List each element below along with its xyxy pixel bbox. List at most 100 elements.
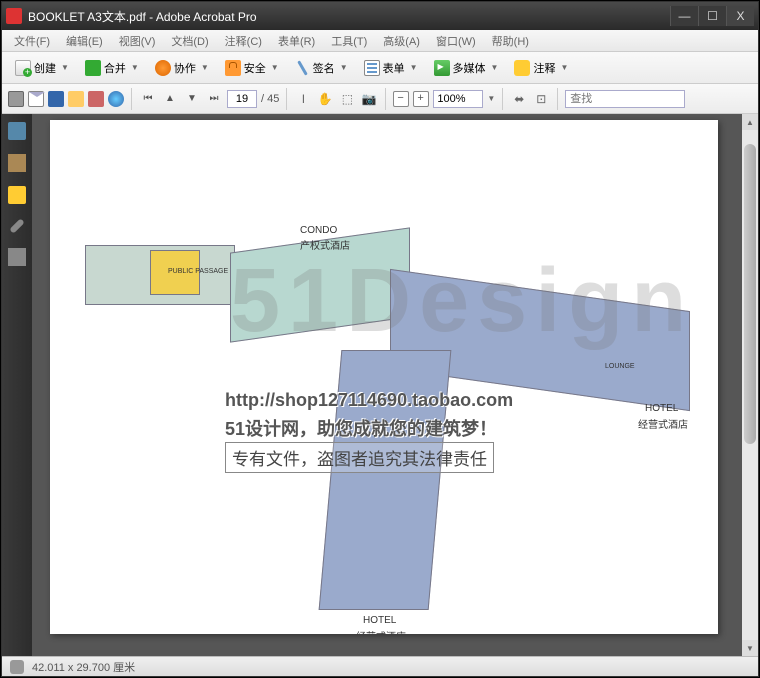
menu-advanced[interactable]: 高级(A) [377,31,426,51]
plan-label-hotel-cn: 经营式酒店 [638,416,688,431]
page-count: / 45 [261,93,279,105]
plan-label-condo: CONDO [300,225,337,236]
bookmark-icon[interactable] [88,91,104,107]
app-window: BOOKLET A3文本.pdf - Adobe Acrobat Pro — ☐… [1,1,759,677]
chevron-down-icon: ▼ [340,63,348,72]
zoom-in-icon[interactable] [413,91,429,107]
nav-toolbar: ⏮ ▲ ▼ ⏭ / 45 I ✋ ⬚ 📷 ▼ ⬌ ⊡ [2,84,758,114]
chevron-down-icon: ▼ [410,63,418,72]
pen-icon [297,60,308,75]
menu-tool[interactable]: 工具(T) [325,31,373,51]
separator [385,88,386,110]
bookmarks-panel-icon[interactable] [8,154,26,172]
sign-button[interactable]: 签名▼ [288,56,355,80]
folder-icon[interactable] [68,91,84,107]
chevron-down-icon: ▼ [271,63,279,72]
media-button[interactable]: 多媒体▼ [427,56,506,80]
menu-file[interactable]: 文件(F) [8,31,56,51]
zoom-input[interactable] [433,90,483,108]
main-toolbar: 创建▼ 合并▼ 协作▼ 安全▼ 签名▼ 表单▼ 多媒体▼ 注释▼ [2,52,758,84]
menu-document[interactable]: 文档(D) [165,31,214,51]
plan-label-hotel-cn-2: 经营式酒店 [356,628,406,634]
scroll-up-icon[interactable]: ▲ [742,114,758,130]
app-icon [6,8,22,24]
create-button[interactable]: 创建▼ [8,56,76,80]
forms-button[interactable]: 表单▼ [357,56,425,80]
last-page-button[interactable]: ⏭ [205,90,223,108]
comments-panel-icon[interactable] [8,186,26,204]
fit-page-button[interactable]: ⊡ [532,90,550,108]
combine-icon [85,60,101,76]
hand-tool[interactable]: ✋ [316,90,334,108]
comment-icon [514,60,530,76]
attachments-panel-icon[interactable] [9,218,25,234]
plan-label-hotel-2: HOTEL [363,615,396,626]
separator [502,88,503,110]
scroll-thumb[interactable] [744,144,756,444]
menu-comment[interactable]: 注释(C) [219,31,268,51]
save-icon[interactable] [48,91,64,107]
vertical-scrollbar[interactable]: ▲ ▼ [742,114,758,656]
watermark-slogan: 51设计网，助您成就您的建筑梦！ [225,415,497,441]
combine-button[interactable]: 合并▼ [78,56,146,80]
scroll-down-icon[interactable]: ▼ [742,640,758,656]
snapshot-tool[interactable]: 📷 [360,90,378,108]
menu-window[interactable]: 窗口(W) [430,31,482,51]
building-wing-hotel-south [319,350,452,610]
watermark-logo: 51Design [230,250,694,353]
maximize-button[interactable]: ☐ [698,6,726,26]
chevron-down-icon: ▼ [61,63,69,72]
menu-view[interactable]: 视图(V) [113,31,162,51]
pages-panel-icon[interactable] [8,122,26,140]
plan-label-passage: PUBLIC PASSAGE [168,268,228,275]
titlebar: BOOKLET A3文本.pdf - Adobe Acrobat Pro — ☐… [2,2,758,30]
print-icon[interactable] [8,91,24,107]
globe-icon[interactable] [108,91,124,107]
paperclip-icon[interactable] [10,660,24,674]
next-page-button[interactable]: ▼ [183,90,201,108]
collab-icon [155,60,171,76]
chevron-down-icon[interactable]: ▼ [487,94,495,103]
prev-page-button[interactable]: ▲ [161,90,179,108]
side-panel [2,114,32,656]
plan-label-lounge: LOUNGE [605,363,635,370]
window-controls: — ☐ X [670,6,754,26]
create-icon [15,60,31,76]
zoom-out-icon[interactable] [393,91,409,107]
page-input[interactable] [227,90,257,108]
lock-icon [225,60,241,76]
minimize-button[interactable]: — [670,6,698,26]
mail-icon[interactable] [28,91,44,107]
chevron-down-icon: ▼ [201,63,209,72]
menu-form[interactable]: 表单(R) [272,31,321,51]
menu-help[interactable]: 帮助(H) [486,31,535,51]
main-area: CONDO 产权式酒店 PUBLIC PASSAGE HOTEL 经营式酒店 L… [2,114,758,656]
page-dimensions: 42.011 x 29.700 厘米 [32,659,135,675]
select-tool[interactable]: I [294,90,312,108]
plan-label-hotel: HOTEL [645,403,678,414]
watermark-legal: 专有文件，盗图者追究其法律责任 [225,442,494,473]
document-area[interactable]: CONDO 产权式酒店 PUBLIC PASSAGE HOTEL 经营式酒店 L… [32,114,758,656]
first-page-button[interactable]: ⏮ [139,90,157,108]
window-title: BOOKLET A3文本.pdf - Adobe Acrobat Pro [28,8,670,25]
search-input[interactable] [565,90,685,108]
floorplan-drawing: CONDO 产权式酒店 PUBLIC PASSAGE HOTEL 经营式酒店 L… [50,120,718,634]
separator [557,88,558,110]
statusbar: 42.011 x 29.700 厘米 [2,656,758,676]
separator [286,88,287,110]
watermark-url: http://shop127114690.taobao.com [225,390,513,411]
signatures-panel-icon[interactable] [8,248,26,266]
collab-button[interactable]: 协作▼ [148,56,216,80]
close-button[interactable]: X [726,6,754,26]
media-icon [434,60,450,76]
pdf-page: CONDO 产权式酒店 PUBLIC PASSAGE HOTEL 经营式酒店 L… [50,120,718,634]
menu-edit[interactable]: 编辑(E) [60,31,109,51]
chevron-down-icon: ▼ [131,63,139,72]
menubar: 文件(F) 编辑(E) 视图(V) 文档(D) 注释(C) 表单(R) 工具(T… [2,30,758,52]
chevron-down-icon: ▼ [560,63,568,72]
marquee-tool[interactable]: ⬚ [338,90,356,108]
secure-button[interactable]: 安全▼ [218,56,286,80]
fit-width-button[interactable]: ⬌ [510,90,528,108]
comment-button[interactable]: 注释▼ [507,56,575,80]
chevron-down-icon: ▼ [491,63,499,72]
